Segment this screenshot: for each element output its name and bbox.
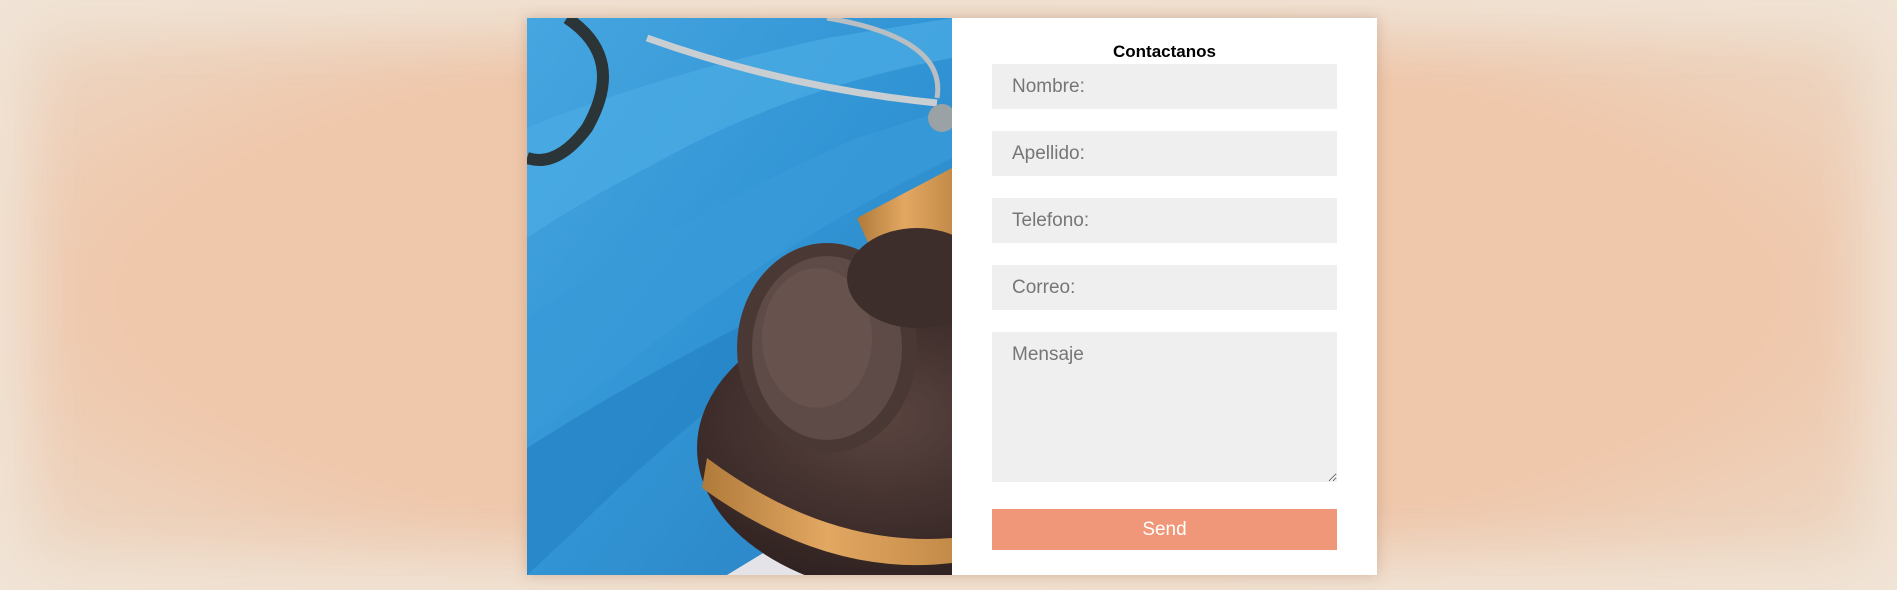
nombre-input[interactable] [992, 64, 1337, 109]
form-title: Contactanos [1113, 42, 1216, 61]
send-button[interactable]: Send [992, 509, 1337, 550]
mensaje-textarea[interactable] [992, 332, 1337, 482]
telefono-input[interactable] [992, 198, 1337, 243]
stethoscope-gavel-illustration [527, 18, 952, 575]
apellido-input[interactable] [992, 131, 1337, 176]
correo-input[interactable] [992, 265, 1337, 310]
contact-form: Contactanos Send [952, 18, 1377, 575]
stethoscope-gavel-photo [527, 18, 952, 575]
contact-card: Contactanos Send [527, 18, 1377, 575]
